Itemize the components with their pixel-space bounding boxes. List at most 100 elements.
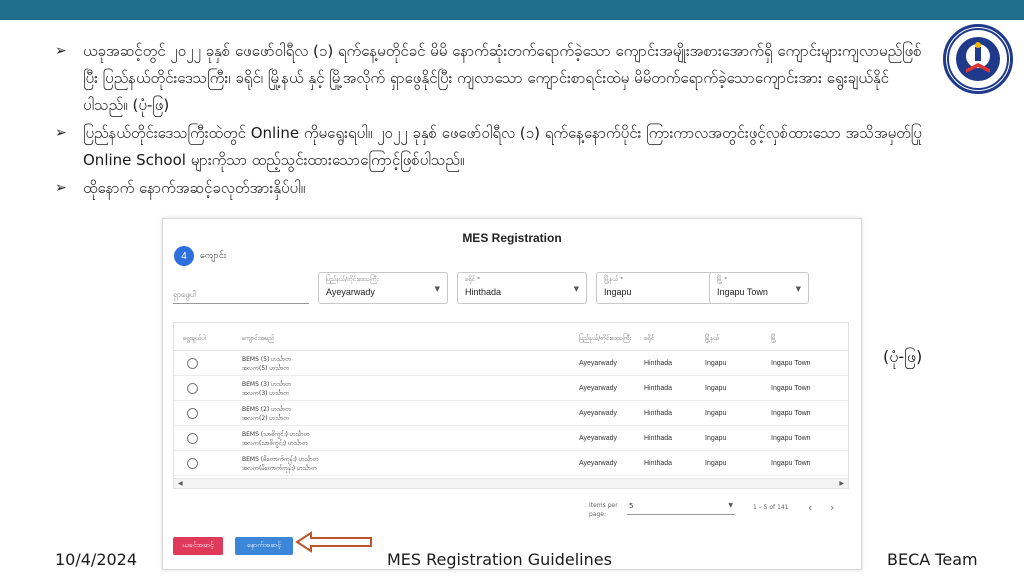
cell-district: Hinthada [644,460,673,467]
school-radio[interactable] [187,358,198,369]
search-field[interactable] [173,282,309,305]
next-step-button[interactable]: နောက်အဆင့် [235,537,293,555]
school-name-alt: အလက(5) ဟင်္သာတ [242,365,290,372]
bullet-arrow-icon: ➢ [55,125,67,141]
figure-caption: (ပုံ-ဖြ) [883,347,923,366]
table-row[interactable]: BEMS (သာဓိကွင်း) ဟင်္သာတ အလက(သာဓိကွင်း) … [174,426,848,451]
district-select-label: ခရိုင် * [465,276,481,283]
cell-district: Hinthada [644,360,673,367]
step-indicator: 4 ကျောင်း [174,246,226,266]
school-name: BEMS (သာဓိကွင်း) ဟင်္သာတ [242,431,310,438]
school-name-alt: အလက(မိတောက်ကုန်း) ဟင်္သာတ [242,465,317,472]
footer-title: MES Registration Guidelines [387,550,612,569]
cell-district: Hinthada [644,410,673,417]
column-header-region: ပြည်နယ်/တိုင်းဒေသကြီး [579,335,632,342]
callout-arrow-icon [295,531,372,553]
town-select-value: Ingapu Town [717,287,768,297]
school-radio[interactable] [187,458,198,469]
cell-town: Ingapu Town [771,385,811,392]
school-name-alt: အလက(သာဓိကွင်း) ဟင်္သာတ [242,440,308,447]
school-name: BEMS (2) ဟင်္သာတ [242,406,292,413]
cell-region: Ayeyarwady [579,410,618,417]
instruction-bullet: ➢ ထိုနောက် နောက်အဆင့်ခလုတ်အားနှိပ်ပါ။ [55,175,925,202]
scroll-right-icon[interactable]: ▶ [839,480,844,487]
cell-region: Ayeyarwady [579,435,618,442]
bullet-text: ယခုအဆင့်တွင် ၂၀၂၂ ခုနှစ် ဖေဖော်ဝါရီလ (၁)… [83,42,922,114]
items-per-page-value: 5 [629,502,634,510]
school-table: ရွေးချယ်ပါ ကျောင်းအမည် ပြည်နယ်/တိုင်းဒေသ… [173,322,849,489]
cell-township: Ingapu [705,435,727,442]
region-select-label: ပြည်နယ်/တိုင်းဒေသကြီး [326,276,379,283]
cell-town: Ingapu Town [771,435,811,442]
table-row[interactable]: BEMS (မိတောက်ကုန်း) ဟင်္သာတ အလက(မိတောက်က… [174,451,848,476]
cell-town: Ingapu Town [771,410,811,417]
chevron-right-icon[interactable]: › [830,501,834,514]
cell-town: Ingapu Town [771,460,811,467]
column-header-select: ရွေးချယ်ပါ [183,335,206,342]
table-row[interactable]: BEMS (2) ဟင်္သာတ အလက(2) ဟင်္သာတ Ayeyarwa… [174,401,848,426]
cell-township: Ingapu [705,460,727,467]
form-title: MES Registration [462,231,562,245]
bullet-text: ထိုနောက် နောက်အဆင့်ခလုတ်အားနှိပ်ပါ။ [83,179,306,197]
chevron-down-icon: ▼ [795,285,801,293]
school-name: BEMS (3) ဟင်္သာတ [242,381,292,388]
table-header: ရွေးချယ်ပါ ကျောင်းအမည် ပြည်နယ်/တိုင်းဒေသ… [174,323,848,351]
district-select[interactable]: ခရိုင် * Hinthada ▼ [457,272,587,304]
town-select[interactable]: မြို့ * Ingapu Town ▼ [709,272,809,304]
items-per-page-select[interactable]: 5 ▼ [627,501,735,515]
instruction-bullet: ➢ ယခုအဆင့်တွင် ၂၀၂၂ ခုနှစ် ဖေဖော်ဝါရီလ (… [55,38,925,119]
district-select-value: Hinthada [465,287,502,297]
search-input[interactable] [173,284,309,305]
cell-district: Hinthada [644,385,673,392]
school-radio[interactable] [187,383,198,394]
scroll-left-icon[interactable]: ◀ [178,480,183,487]
paginator: Items per page: 5 ▼ 1 – 5 of 141 ‹ › [583,501,853,527]
registration-screenshot: MES Registration 4 ကျောင်း ပြည်နယ်/တိုင်… [162,218,862,570]
chevron-down-icon: ▼ [434,285,440,293]
step-label: ကျောင်း [200,250,227,261]
previous-step-button[interactable]: ယခင်အဆင့် [173,537,223,555]
chevron-left-icon[interactable]: ‹ [808,501,812,514]
town-select-label: မြို့ * [717,276,728,283]
cell-district: Hinthada [644,435,673,442]
region-select[interactable]: ပြည်နယ်/တိုင်းဒေသကြီး Ayeyarwady ▼ [318,272,448,304]
chevron-down-icon: ▼ [728,502,733,509]
cell-township: Ingapu [705,360,727,367]
column-header-school: ကျောင်းအမည် [242,335,275,342]
township-select[interactable]: မြို့နယ် * Ingapu ▼ [596,272,726,304]
page-range: 1 – 5 of 141 [753,504,789,511]
township-select-label: မြို့နယ် * [604,276,624,283]
school-name-alt: အလက(3) ဟင်္သာတ [242,390,290,397]
ministry-logo-icon [943,24,1013,94]
bullet-arrow-icon: ➢ [55,180,67,196]
cell-region: Ayeyarwady [579,385,618,392]
school-radio[interactable] [187,408,198,419]
step-number-badge: 4 [174,246,194,266]
column-header-district: ခရိုင် [644,335,655,342]
school-radio[interactable] [187,433,198,444]
cell-town: Ingapu Town [771,360,811,367]
filter-bar: ပြည်နယ်/တိုင်းဒေသကြီး Ayeyarwady ▼ ခရိုင… [173,272,853,306]
table-row[interactable]: BEMS (5) ဟင်္သာတ အလက(5) ဟင်္သာတ Ayeyarwa… [174,351,848,376]
instruction-bullet: ➢ ပြည်နယ်တိုင်းဒေသကြီးထဲတွင် Online ကိုမ… [55,120,925,174]
column-header-town: မြို့ [771,335,777,342]
horizontal-scrollbar[interactable]: ◀ ▶ [174,478,848,488]
items-per-page-label: Items per page: [589,502,618,518]
cell-region: Ayeyarwady [579,360,618,367]
chevron-down-icon: ▼ [573,285,579,293]
footer-date: 10/4/2024 [55,550,138,569]
school-name: BEMS (မိတောက်ကုန်း) ဟင်္သာတ [242,456,319,463]
school-name: BEMS (5) ဟင်္သာတ [242,356,292,363]
region-select-value: Ayeyarwady [326,287,375,297]
township-select-value: Ingapu [604,287,632,297]
cell-township: Ingapu [705,410,727,417]
bullet-arrow-icon: ➢ [55,43,67,59]
instruction-list: ➢ ယခုအဆင့်တွင် ၂၀၂၂ ခုနှစ် ဖေဖော်ဝါရီလ (… [55,38,925,202]
column-header-township: မြို့နယ် [705,335,720,342]
school-name-alt: အလက(2) ဟင်္သာတ [242,415,290,422]
table-row[interactable]: BEMS (3) ဟင်္သာတ အလက(3) ဟင်္သာတ Ayeyarwa… [174,376,848,401]
cell-township: Ingapu [705,385,727,392]
footer-team: BECA Team [887,550,978,569]
cell-region: Ayeyarwady [579,460,618,467]
bullet-text: ပြည်နယ်တိုင်းဒေသကြီးထဲတွင် Online ကိုမရွ… [83,124,922,169]
